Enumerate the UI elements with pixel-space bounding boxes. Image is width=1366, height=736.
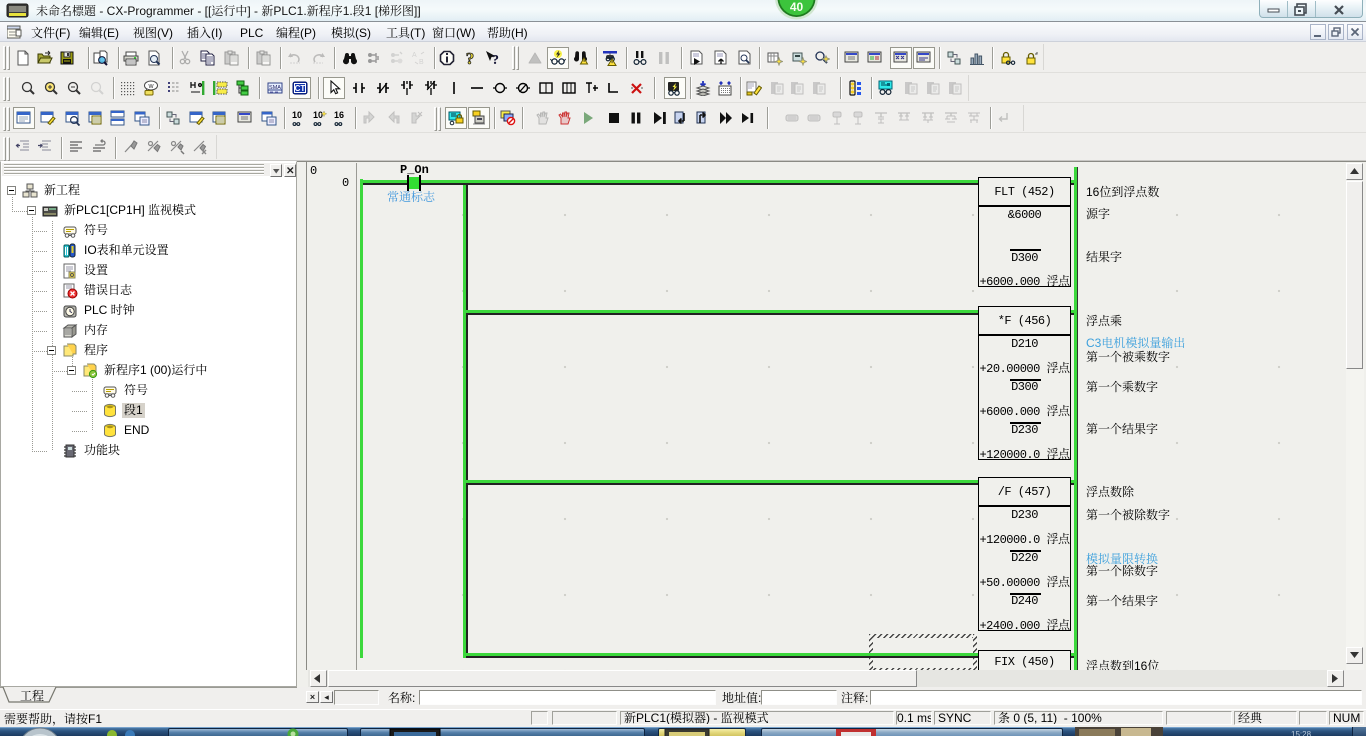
svg-text:10: 10 [313,110,323,120]
svg-text:CT: CT [295,84,306,93]
svg-text:40: 40 [790,0,804,14]
svg-text:w: w [147,83,154,90]
svg-text:10: 10 [292,110,302,120]
svg-text:?: ? [492,53,499,66]
svg-text:A: A [412,52,417,59]
svg-text:B: B [419,59,424,66]
svg-text:16: 16 [334,110,344,120]
svg-text:?: ? [466,50,475,66]
